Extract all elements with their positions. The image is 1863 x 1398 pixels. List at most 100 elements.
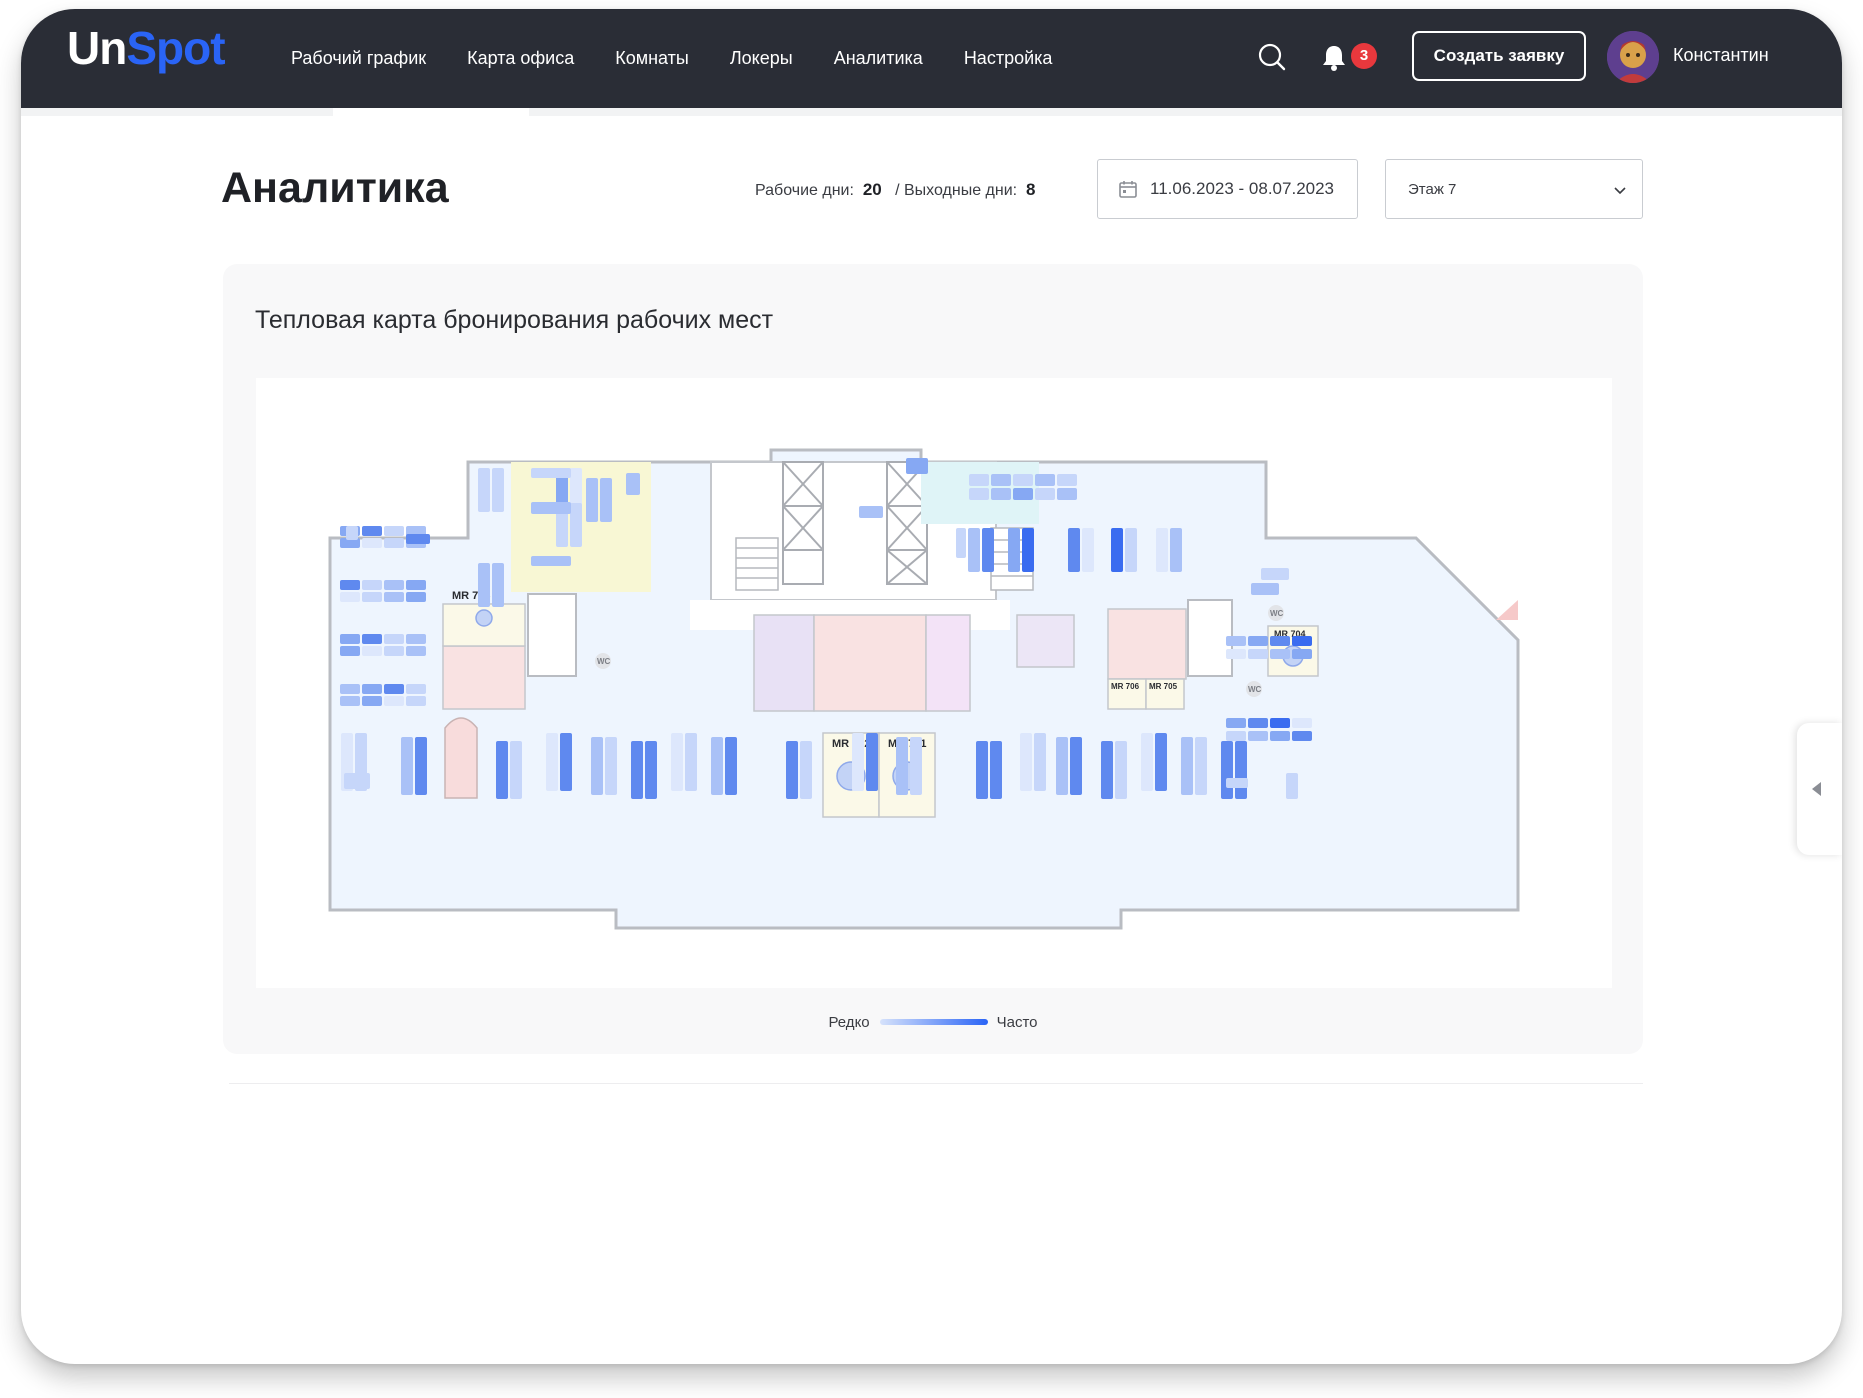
desk[interactable] [626,473,640,495]
desk[interactable] [344,773,370,789]
desk[interactable] [362,526,382,536]
desk[interactable] [1270,649,1290,659]
desk[interactable] [401,737,413,795]
desk[interactable] [1292,731,1312,741]
desk[interactable] [362,538,382,548]
desk[interactable] [1292,649,1312,659]
search-icon[interactable] [1257,42,1287,72]
desk[interactable] [570,503,582,547]
desk[interactable] [1248,731,1268,741]
desk[interactable] [1020,733,1032,791]
nav-item-office-map[interactable]: Карта офиса [467,48,574,69]
desk[interactable] [1111,528,1123,572]
desk[interactable] [1125,528,1137,572]
desk[interactable] [591,737,603,795]
desk[interactable] [1013,488,1033,500]
desk[interactable] [492,468,504,512]
desk[interactable] [340,696,360,706]
desk[interactable] [340,646,360,656]
desk[interactable] [1057,488,1077,500]
desk[interactable] [1155,733,1167,791]
desk[interactable] [685,733,697,791]
meeting-table-mr703[interactable] [475,609,493,627]
desk[interactable] [406,646,426,656]
desk[interactable] [1226,649,1246,659]
desk[interactable] [1261,568,1289,580]
desk[interactable] [671,733,683,791]
desk[interactable] [1226,731,1246,741]
desk[interactable] [1251,583,1279,595]
desk[interactable] [600,478,612,522]
desk[interactable] [725,737,737,795]
desk[interactable] [991,488,1011,500]
desk[interactable] [1170,528,1182,572]
desk[interactable] [406,684,426,694]
desk[interactable] [1270,718,1290,728]
desk[interactable] [546,733,558,791]
floor-select[interactable]: Этаж 7 [1385,159,1643,219]
floor-plan-heatmap[interactable]: MR 703 MR 702 MR 701 MR 704 MR 706 MR 70… [256,378,1612,988]
nav-item-work-schedule[interactable]: Рабочий график [291,48,426,69]
desk[interactable] [362,696,382,706]
desk[interactable] [1292,636,1312,646]
desk[interactable] [406,634,426,644]
desk[interactable] [1057,474,1077,486]
desk[interactable] [1195,737,1207,795]
desk[interactable] [492,563,504,607]
desk[interactable] [496,741,508,799]
desk[interactable] [510,741,522,799]
bell-icon[interactable] [1319,42,1349,72]
desk[interactable] [1270,636,1290,646]
desk[interactable] [362,580,382,590]
desk[interactable] [384,684,404,694]
desk[interactable] [956,528,966,558]
desk[interactable] [852,733,864,791]
nav-item-settings[interactable]: Настройка [964,48,1053,69]
desk[interactable] [631,741,643,799]
desk[interactable] [406,592,426,602]
desk[interactable] [896,737,908,795]
desk[interactable] [340,580,360,590]
nav-item-lockers[interactable]: Локеры [730,48,793,69]
desk[interactable] [1022,528,1034,572]
desk[interactable] [859,506,883,518]
desk[interactable] [362,634,382,644]
desk[interactable] [645,741,657,799]
desk[interactable] [969,474,989,486]
create-request-button[interactable]: Создать заявку [1412,31,1586,81]
desk[interactable] [1248,636,1268,646]
desk[interactable] [968,528,980,572]
desk[interactable] [586,478,598,522]
desk[interactable] [1221,741,1233,799]
notification-badge[interactable]: 3 [1351,43,1377,69]
desk[interactable] [1292,718,1312,728]
desk[interactable] [605,737,617,795]
desk[interactable] [1226,778,1248,788]
avatar[interactable] [1607,31,1659,83]
desk[interactable] [1226,636,1246,646]
desk[interactable] [362,646,382,656]
desk[interactable] [1035,474,1055,486]
desk[interactable] [1248,718,1268,728]
desk[interactable] [384,592,404,602]
desk[interactable] [384,526,404,536]
desk[interactable] [384,538,404,548]
desk[interactable] [991,474,1011,486]
nav-item-rooms[interactable]: Комнаты [615,48,689,69]
desk[interactable] [1008,528,1020,572]
desk[interactable] [982,528,994,572]
date-range-picker[interactable]: 11.06.2023 - 08.07.2023 [1097,159,1358,219]
desk[interactable] [910,737,922,795]
desk[interactable] [1082,528,1094,572]
desk[interactable] [384,580,404,590]
desk[interactable] [406,580,426,590]
desk[interactable] [478,468,490,512]
desk[interactable] [1068,528,1080,572]
desk[interactable] [531,556,571,566]
desk[interactable] [866,733,878,791]
desk[interactable] [340,592,360,602]
desk[interactable] [1248,649,1268,659]
desk[interactable] [786,741,798,799]
desk[interactable] [1235,741,1247,799]
desk[interactable] [362,684,382,694]
